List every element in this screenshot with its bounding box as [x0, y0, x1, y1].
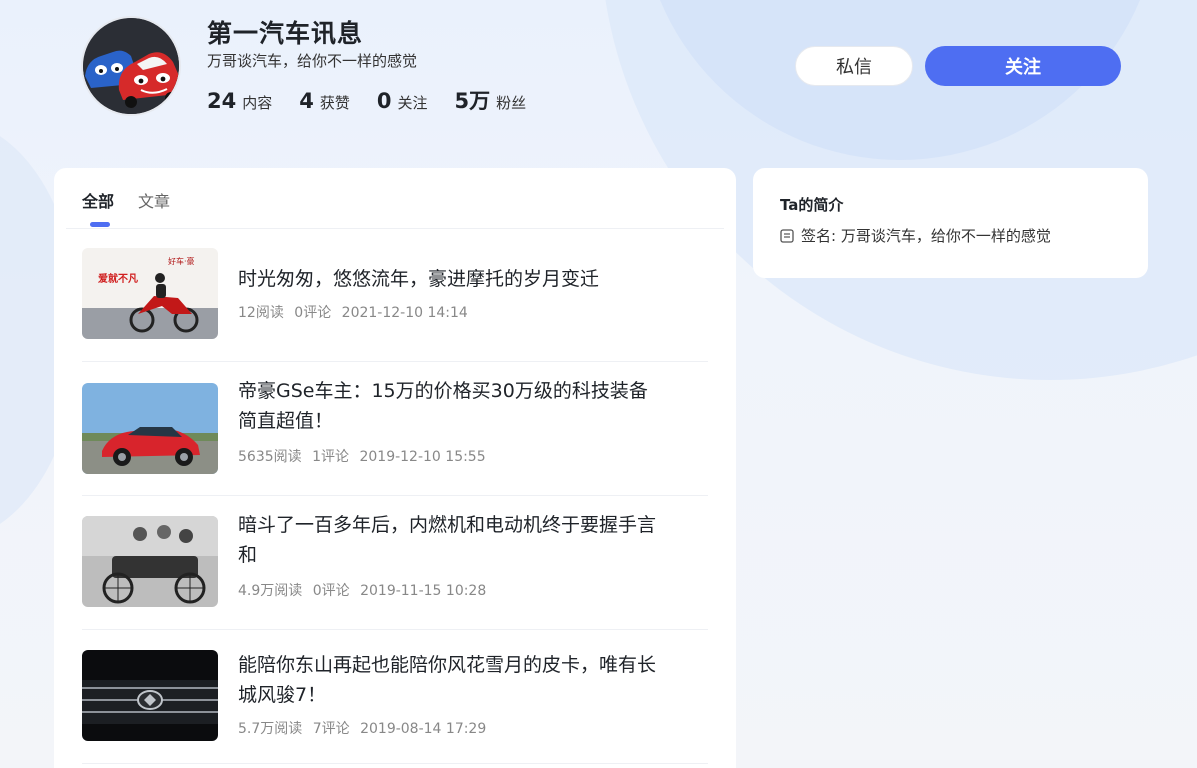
- stat-value: 0: [376, 89, 392, 113]
- article-meta: 4.9万阅读 0评论 2019-11-15 10:28: [238, 580, 492, 600]
- article-title[interactable]: 时光匆匆，悠悠流年，豪进摩托的岁月变迁: [238, 264, 658, 294]
- article-meta: 5635阅读 1评论 2019-12-10 15:55: [238, 446, 492, 466]
- vintage-car-thumbnail[interactable]: [82, 516, 218, 607]
- active-tab-indicator: [90, 222, 110, 227]
- publish-date: 2019-08-14 17:29: [360, 721, 487, 737]
- profile-stats: 24 内容 4 获赞 0 关注 5万 粉丝: [207, 85, 553, 115]
- stat-content[interactable]: 24 内容: [207, 89, 272, 113]
- list-item[interactable]: 帝豪GSe车主：15万的价格买30万级的科技装备 简直超值！ 5635阅读 1评…: [82, 362, 708, 496]
- divider: [66, 228, 724, 229]
- article-meta: 12阅读 0评论 2021-12-10 14:14: [238, 302, 474, 322]
- cartoon-cars-icon: [83, 18, 179, 114]
- tab-articles[interactable]: 文章: [138, 188, 170, 212]
- red-suv-thumbnail[interactable]: [82, 383, 218, 474]
- publish-date: 2019-11-15 10:28: [360, 583, 487, 599]
- stat-label: 粉丝: [496, 94, 527, 112]
- stat-value: 5万: [454, 89, 491, 113]
- intro-title: Ta的简介: [780, 196, 844, 214]
- motorcycle-thumbnail[interactable]: 爱就不凡 好车·豪: [82, 248, 218, 339]
- read-count: 5.7万阅读: [238, 721, 303, 737]
- tab-label: 文章: [138, 192, 171, 211]
- comment-count: 1评论: [312, 449, 350, 465]
- profile-page: 第一汽车讯息 万哥谈汽车，给你不一样的感觉 24 内容 4 获赞 0 关注 5万…: [0, 0, 1197, 768]
- grille-thumbnail[interactable]: [82, 650, 218, 741]
- read-count: 5635阅读: [238, 449, 302, 465]
- article-title[interactable]: 帝豪GSe车主：15万的价格买30万级的科技装备 简直超值！: [238, 376, 658, 436]
- stat-label: 关注: [397, 94, 428, 112]
- list-item[interactable]: 能陪你东山再起也能陪你风花雪月的皮卡，唯有长城风骏7！ 5.7万阅读 7评论 2…: [82, 630, 708, 764]
- stat-label: 获赞: [319, 94, 350, 112]
- profile-intro-card: Ta的简介 签名: 万哥谈汽车，给你不一样的感觉: [753, 168, 1148, 278]
- read-count: 12阅读: [238, 305, 284, 321]
- intro-signature: 签名: 万哥谈汽车，给你不一样的感觉: [780, 225, 1051, 246]
- stat-value: 4: [299, 89, 314, 113]
- tab-label: 全部: [82, 192, 115, 211]
- avatar[interactable]: [81, 16, 181, 116]
- stat-label: 内容: [242, 94, 273, 112]
- stat-value: 24: [207, 89, 237, 113]
- intro-signature-text: 签名: 万哥谈汽车，给你不一样的感觉: [801, 227, 1051, 245]
- publish-date: 2021-12-10 14:14: [341, 305, 468, 321]
- message-button[interactable]: 私信: [795, 46, 913, 86]
- publish-date: 2019-12-10 15:55: [359, 449, 486, 465]
- tab-all[interactable]: 全部: [82, 188, 115, 227]
- profile-signature: 万哥谈汽车，给你不一样的感觉: [207, 52, 418, 70]
- svg-text:好车·豪: 好车·豪: [168, 256, 195, 266]
- profile-name: 第一汽车讯息: [207, 19, 364, 48]
- comment-count: 0评论: [294, 305, 332, 321]
- read-count: 4.9万阅读: [238, 583, 303, 599]
- content-tabs: 全部 文章: [82, 188, 194, 227]
- document-icon: [780, 228, 794, 243]
- list-item[interactable]: 暗斗了一百多年后，内燃机和电动机终于要握手言和 4.9万阅读 0评论 2019-…: [82, 496, 708, 630]
- svg-text:爱就不凡: 爱就不凡: [98, 272, 138, 285]
- article-title[interactable]: 能陪你东山再起也能陪你风花雪月的皮卡，唯有长城风骏7！: [238, 650, 658, 710]
- comment-count: 7评论: [312, 721, 350, 737]
- article-meta: 5.7万阅读 7评论 2019-08-14 17:29: [238, 718, 492, 738]
- article-title[interactable]: 暗斗了一百多年后，内燃机和电动机终于要握手言和: [238, 510, 658, 570]
- comment-count: 0评论: [312, 583, 350, 599]
- follow-button[interactable]: 关注: [925, 46, 1121, 86]
- stat-following[interactable]: 0 关注: [377, 89, 428, 113]
- stat-likes[interactable]: 4 获赞: [299, 89, 350, 113]
- stat-fans[interactable]: 5万 粉丝: [455, 85, 527, 115]
- article-list-card: 全部 文章 爱就不凡 好车·豪 时光匆匆，悠悠流年，豪进摩托的岁月变迁 12阅读…: [54, 168, 736, 768]
- list-item[interactable]: 爱就不凡 好车·豪 时光匆匆，悠悠流年，豪进摩托的岁月变迁 12阅读 0评论 2…: [82, 248, 708, 362]
